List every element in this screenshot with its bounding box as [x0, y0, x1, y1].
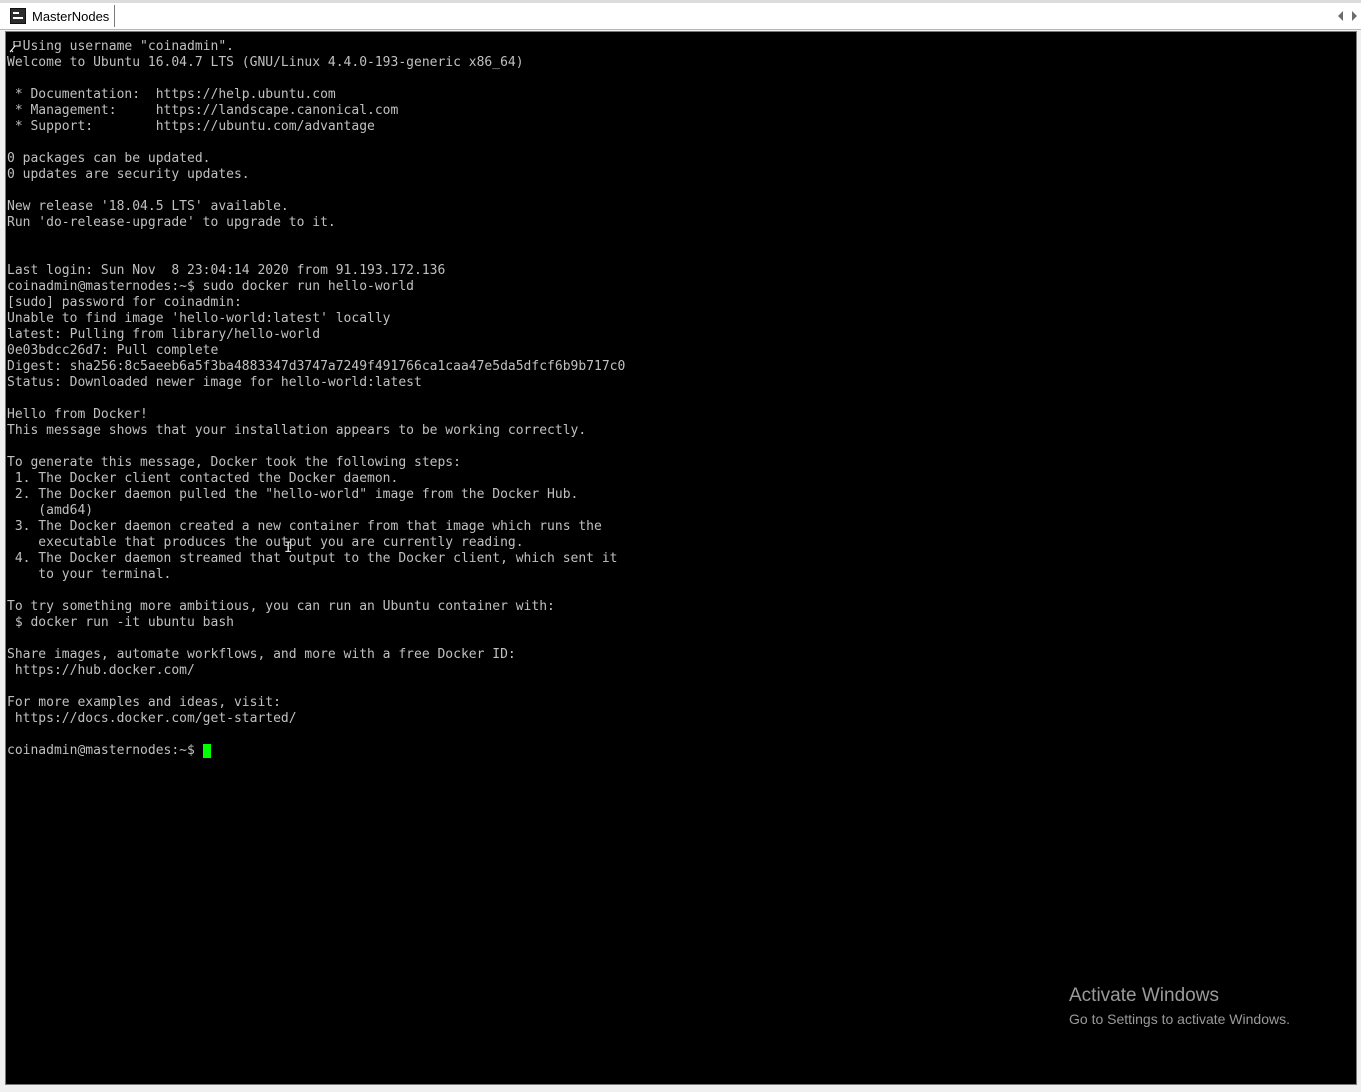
tab-masternodes[interactable]: MasterNodes — [6, 5, 116, 27]
scroll-right-icon[interactable] — [1352, 11, 1357, 21]
text-cursor-icon: I — [284, 540, 293, 556]
activate-windows-title: Activate Windows — [1069, 985, 1219, 1006]
terminal-line: (amd64) — [7, 503, 94, 518]
terminal-area[interactable]: Using username "coinadmin". Welcome to U… — [5, 31, 1357, 1085]
terminal-line: 4. The Docker daemon streamed that outpu… — [7, 551, 618, 566]
terminal-line: $ docker run -it ubuntu bash — [7, 615, 234, 630]
terminal-line: latest: Pulling from library/hello-world — [7, 327, 321, 342]
terminal-line: Run 'do-release-upgrade' to upgrade to i… — [7, 215, 336, 230]
activate-windows-watermark: Activate Windows Go to Settings to activ… — [1069, 984, 1290, 1029]
terminal-line: To generate this message, Docker took th… — [7, 455, 461, 470]
terminal-line: Digest: sha256:8c5aeeb6a5f3ba4883347d374… — [7, 359, 626, 374]
terminal-line: Welcome to Ubuntu 16.04.7 LTS (GNU/Linux… — [7, 55, 524, 70]
tab-bar: MasterNodes — [0, 3, 1361, 30]
terminal-line: coinadmin@masternodes:~$ sudo docker run… — [7, 279, 414, 294]
terminal-line: Share images, automate workflows, and mo… — [7, 647, 516, 662]
terminal-line: * Documentation: https://help.ubuntu.com — [7, 87, 336, 102]
terminal-line: Status: Downloaded newer image for hello… — [7, 375, 422, 390]
terminal-line: 3. The Docker daemon created a new conta… — [7, 519, 602, 534]
terminal-prompt-line[interactable]: coinadmin@masternodes:~$ — [7, 743, 211, 759]
terminal-line: 0 updates are security updates. — [7, 167, 250, 182]
terminal-line: 2. The Docker daemon pulled the "hello-w… — [7, 487, 579, 502]
terminal-line: New release '18.04.5 LTS' available. — [7, 199, 289, 214]
terminal-prompt: coinadmin@masternodes:~$ — [7, 743, 195, 758]
terminal-line: [sudo] password for coinadmin: — [7, 295, 242, 310]
terminal-line: * Support: https://ubuntu.com/advantage — [7, 119, 375, 134]
terminal-line: 1. The Docker client contacted the Docke… — [7, 471, 399, 486]
terminal-line: 0 packages can be updated. — [7, 151, 211, 166]
putty-terminal-icon — [10, 8, 26, 24]
terminal-line: executable that produces the output you … — [7, 535, 524, 550]
putty-window: MasterNodes Using username "coinadmin". … — [0, 0, 1361, 1092]
terminal-line: Last login: Sun Nov 8 23:04:14 2020 from… — [7, 263, 446, 278]
terminal-line: to your terminal. — [7, 567, 172, 582]
terminal-output: Using username "coinadmin". Welcome to U… — [7, 39, 625, 727]
terminal-line: * Management: https://landscape.canonica… — [7, 103, 399, 118]
terminal-line: https://hub.docker.com/ — [7, 663, 195, 678]
terminal-line: To try something more ambitious, you can… — [7, 599, 555, 614]
terminal-line: 0e03bdcc26d7: Pull complete — [7, 343, 219, 358]
activate-windows-subtitle: Go to Settings to activate Windows. — [1069, 1011, 1290, 1027]
terminal-line: Using username "coinadmin". — [7, 39, 234, 54]
scroll-left-icon[interactable] — [1338, 11, 1343, 21]
terminal-line: https://docs.docker.com/get-started/ — [7, 711, 297, 726]
terminal-line: Hello from Docker! — [7, 407, 148, 422]
tab-label: MasterNodes — [32, 8, 110, 24]
window-bottom-border — [0, 1086, 1361, 1092]
terminal-cursor — [202, 744, 211, 758]
terminal-line: For more examples and ideas, visit: — [7, 695, 281, 710]
terminal-line: This message shows that your installatio… — [7, 423, 587, 438]
terminal-line: Unable to find image 'hello-world:latest… — [7, 311, 391, 326]
